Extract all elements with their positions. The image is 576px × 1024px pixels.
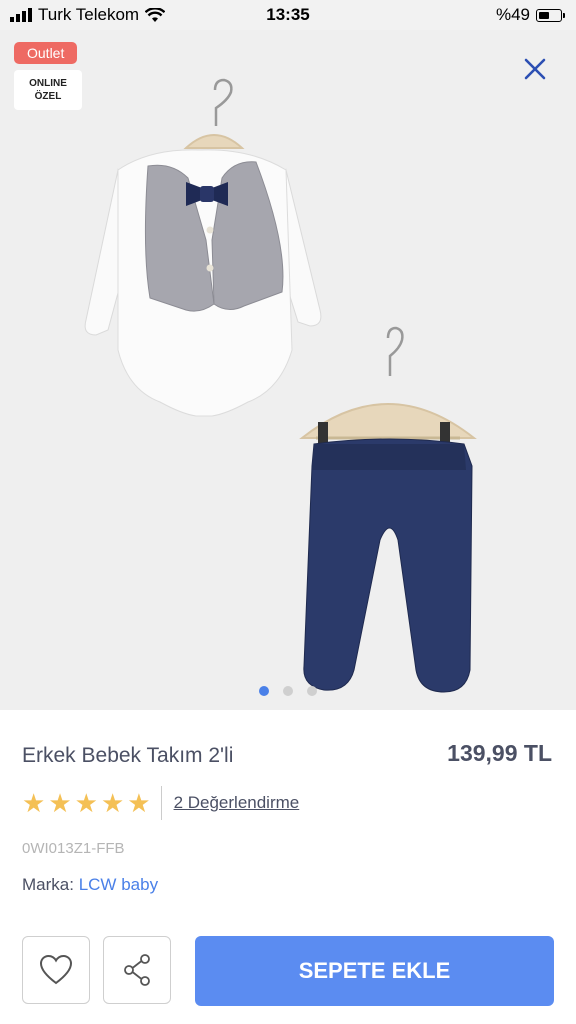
outlet-badge: Outlet [14, 42, 78, 64]
rating-divider [160, 786, 162, 820]
add-to-cart-button[interactable]: SEPETE EKLE [195, 936, 554, 1006]
product-title: Erkek Bebek Takım 2'li [22, 744, 234, 767]
share-icon [124, 954, 150, 986]
star-icon: ★ [48, 787, 72, 818]
rating-stars: ★ ★ ★ ★ ★ [22, 788, 151, 819]
status-bar: Turk Telekom 13:35 %49 [0, 0, 576, 30]
brand-link[interactable]: LCW baby [79, 875, 158, 894]
brand-label: Marka: [22, 875, 74, 894]
favorite-button[interactable] [22, 936, 90, 1004]
star-icon: ★ [22, 787, 46, 818]
pager-dot[interactable] [307, 686, 317, 696]
star-icon: ★ [74, 787, 98, 818]
close-button[interactable] [522, 56, 548, 82]
battery-percent: %49 [495, 5, 530, 24]
status-right: %49 [495, 5, 565, 25]
online-badge-line2: ÖZEL [34, 91, 62, 102]
reviews-link[interactable]: 2 Değerlendirme [174, 793, 300, 813]
product-image-carousel[interactable]: Outlet ONLINE ÖZEL [0, 30, 576, 710]
image-pager [0, 686, 576, 696]
battery-icon [536, 8, 565, 22]
star-icon: ★ [127, 787, 151, 818]
pager-dot[interactable] [259, 686, 269, 696]
status-time: 13:35 [266, 5, 310, 24]
share-button[interactable] [103, 936, 171, 1004]
close-icon [524, 58, 546, 80]
online-badge-line1: ONLINE [29, 78, 67, 89]
product-photo [84, 78, 477, 693]
brand-row: Marka: LCW baby [22, 875, 158, 895]
product-sku: 0WI013Z1-FFB [22, 840, 125, 857]
pager-dot[interactable] [283, 686, 293, 696]
rating-row: ★ ★ ★ ★ ★ 2 Değerlendirme [22, 786, 299, 820]
star-icon: ★ [100, 787, 125, 818]
online-ozel-badge: ONLINE ÖZEL [14, 70, 82, 110]
heart-icon [39, 954, 73, 985]
product-price: 139,99 TL [447, 740, 552, 766]
battery-fill [539, 11, 549, 19]
